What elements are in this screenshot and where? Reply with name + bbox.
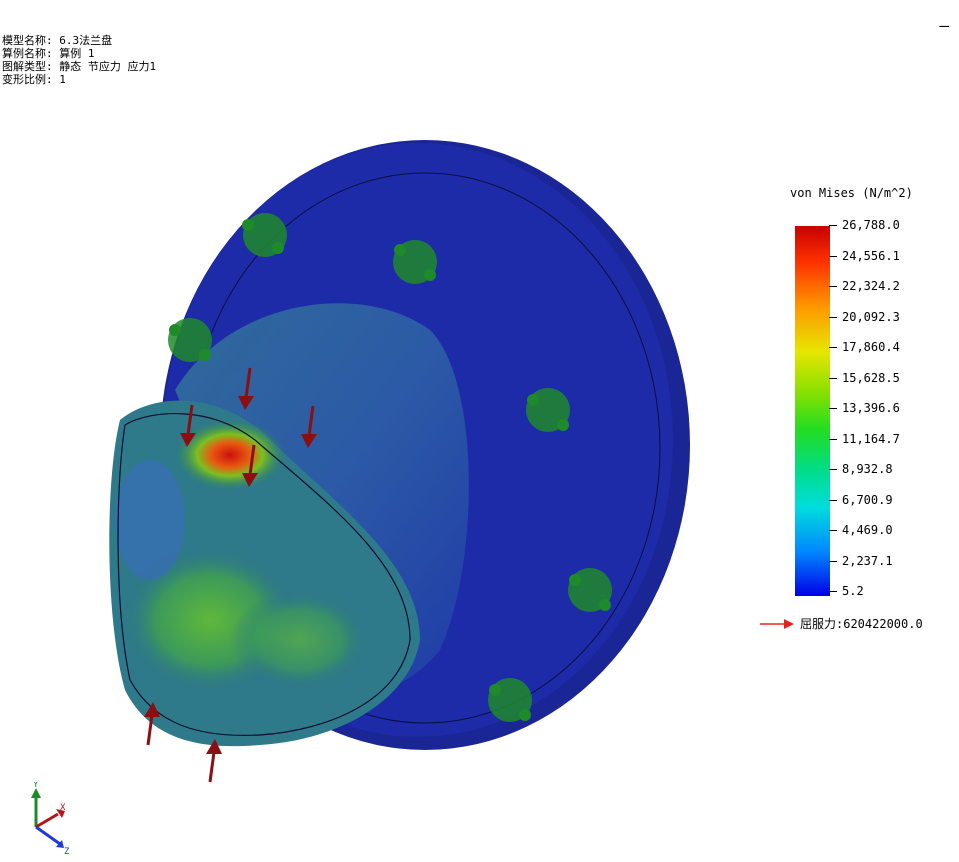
legend-tick-label: 17,860.4 bbox=[829, 340, 900, 354]
triad-x-axis: X bbox=[35, 803, 66, 829]
triad-x-label: X bbox=[60, 803, 66, 813]
fixture-5 bbox=[568, 568, 612, 612]
fixture-6 bbox=[488, 678, 532, 722]
triad-y-label: Y bbox=[33, 782, 39, 790]
legend-tick-label: 6,700.9 bbox=[829, 493, 893, 507]
triad-z-label: Z bbox=[64, 847, 70, 857]
legend-tick-label: 15,628.5 bbox=[829, 371, 900, 385]
legend-title: von Mises (N/m^2) bbox=[790, 186, 913, 200]
yield-strength: 屈服力:620422000.0 bbox=[760, 615, 923, 632]
legend-tick-label: 24,556.1 bbox=[829, 249, 900, 263]
fixture-3 bbox=[168, 318, 212, 362]
legend-tick-label: 13,396.6 bbox=[829, 401, 900, 415]
yield-label: 屈服力:620422000.0 bbox=[800, 617, 923, 631]
legend-tick-label: 8,932.8 bbox=[829, 462, 893, 476]
legend-tick-label: 2,237.1 bbox=[829, 554, 893, 568]
legend-tick-label: 20,092.3 bbox=[829, 310, 900, 324]
fixture-4 bbox=[526, 388, 570, 432]
legend-tick-label: 22,324.2 bbox=[829, 279, 900, 293]
legend-tick-label: 5.2 bbox=[829, 584, 864, 598]
triad-y-axis: Y bbox=[31, 782, 41, 827]
triad-z-axis: Z bbox=[35, 825, 70, 857]
yield-arrow-icon bbox=[760, 618, 794, 629]
legend-color-bar bbox=[795, 226, 830, 596]
axis-triad[interactable]: Y X Z bbox=[20, 782, 80, 857]
fixture-2 bbox=[393, 240, 437, 284]
legend-tick-label: 11,164.7 bbox=[829, 432, 900, 446]
legend-tick-label: 26,788.0 bbox=[829, 218, 900, 232]
legend-tick-label: 4,469.0 bbox=[829, 523, 893, 537]
